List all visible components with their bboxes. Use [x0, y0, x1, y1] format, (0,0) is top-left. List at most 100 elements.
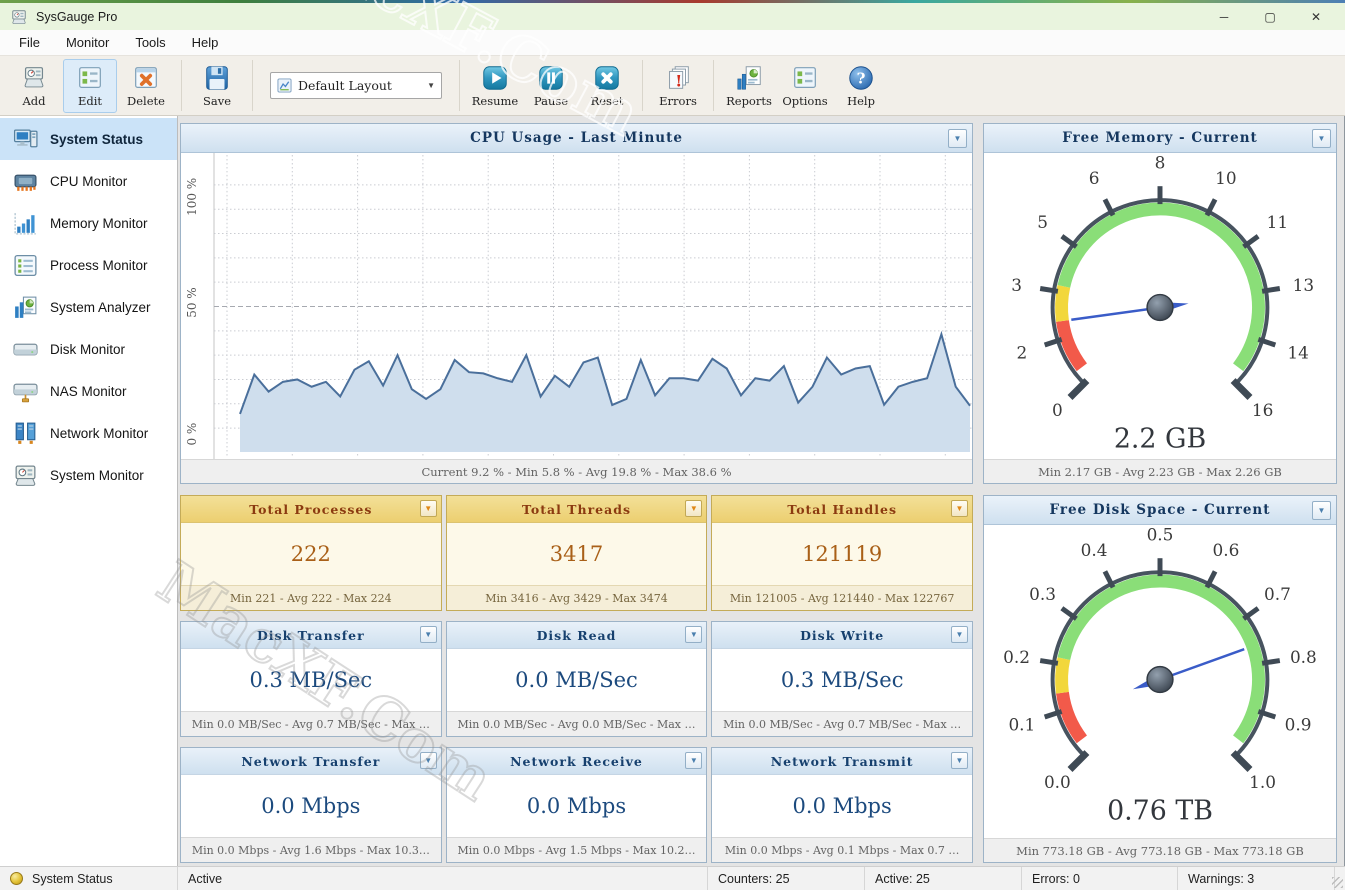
edit-button[interactable]: Edit	[63, 59, 117, 113]
menu-file[interactable]: File	[6, 31, 53, 54]
layout-chart-icon	[277, 78, 292, 93]
sidebar-item-system-analyzer[interactable]: System Analyzer	[0, 286, 177, 328]
svg-text:0.9: 0.9	[1285, 714, 1312, 734]
window-controls: ─ ▢ ✕	[1201, 3, 1339, 30]
reset-button[interactable]: Reset	[580, 59, 634, 113]
chevron-down-icon: ▼	[427, 81, 435, 90]
sidebar-item-cpu-monitor[interactable]: CPU Monitor	[0, 160, 177, 202]
svg-text:0.6: 0.6	[1212, 540, 1239, 560]
tile-stats: Min 3416 - Avg 3429 - Max 3474	[447, 585, 707, 610]
sysgauge-window: SysGauge Pro ─ ▢ ✕ File Monitor Tools He…	[0, 0, 1345, 890]
svg-text:0 %: 0 %	[185, 423, 199, 446]
tile-menu-button[interactable]: ▼	[685, 752, 702, 769]
toolbar-separator	[252, 60, 253, 111]
delete-button[interactable]: Delete	[119, 59, 173, 113]
tile-value: 121119	[712, 523, 972, 585]
cpu-panel-footer: Current 9.2 % - Min 5.8 % - Avg 19.8 % -…	[181, 459, 972, 483]
svg-text:0.7: 0.7	[1264, 584, 1291, 604]
svg-text:?: ?	[857, 70, 866, 88]
tile-menu-button[interactable]: ▼	[420, 500, 437, 517]
disk-drive-icon	[12, 336, 39, 363]
chevron-down-icon: ▼	[424, 631, 432, 639]
svg-text:0.0: 0.0	[1044, 772, 1071, 792]
minimize-button[interactable]: ─	[1201, 3, 1247, 30]
cpu-panel-menu-button[interactable]: ▼	[948, 129, 967, 148]
tile-value: 3417	[447, 523, 707, 585]
tile-menu-button[interactable]: ▼	[951, 752, 968, 769]
svg-text:0.76 TB: 0.76 TB	[1107, 796, 1213, 827]
sidebar-item-system-status[interactable]: System Status	[0, 118, 177, 160]
chevron-down-icon: ▼	[690, 631, 698, 639]
process-list-icon	[12, 252, 39, 279]
help-button[interactable]: ? Help	[834, 59, 888, 113]
chevron-down-icon: ▼	[690, 757, 698, 765]
sidebar-item-process-monitor[interactable]: Process Monitor	[0, 244, 177, 286]
disk-panel-header: Free Disk Space - Current ▼	[984, 496, 1336, 525]
dashboard: CPU Usage - Last Minute ▼ 100 % 50 % 0 % C…	[178, 116, 1345, 866]
chevron-down-icon: ▼	[424, 505, 432, 513]
disk-panel-title: Free Disk Space - Current	[1049, 502, 1270, 518]
svg-text:0.2: 0.2	[1003, 647, 1030, 667]
memory-panel-menu-button[interactable]: ▼	[1312, 129, 1331, 148]
pause-button[interactable]: Pause	[524, 59, 578, 113]
status-monitor-name: System Status	[32, 872, 113, 886]
reports-button[interactable]: Reports	[722, 59, 776, 113]
sidebar-item-system-monitor[interactable]: System Monitor	[0, 454, 177, 496]
svg-text:10: 10	[1215, 168, 1237, 188]
save-button[interactable]: Save	[190, 59, 244, 113]
tile-menu-button[interactable]: ▼	[420, 626, 437, 643]
save-icon	[202, 63, 232, 93]
tile-stats: Min 0.0 MB/Sec - Avg 0.0 MB/Sec - Max …	[447, 711, 707, 736]
delete-icon	[131, 63, 161, 93]
cpu-usage-chart: 100 % 50 % 0 %	[181, 153, 972, 459]
tile-stats: Min 0.0 Mbps - Avg 1.5 Mbps - Max 10.2…	[447, 837, 707, 862]
chevron-down-icon: ▼	[956, 505, 964, 513]
title-bar: SysGauge Pro ─ ▢ ✕	[0, 3, 1345, 30]
sidebar-item-memory-monitor[interactable]: Memory Monitor	[0, 202, 177, 244]
svg-text:11: 11	[1267, 212, 1289, 232]
svg-text:0: 0	[1052, 400, 1063, 420]
svg-text:5: 5	[1037, 212, 1048, 232]
tile-value: 0.3 MB/Sec	[712, 649, 972, 711]
memory-panel-title: Free Memory - Current	[1062, 130, 1258, 146]
cpu-panel-title: CPU Usage - Last Minute	[470, 130, 683, 146]
free-disk-space-gauge: 0.00.10.20.30.40.50.60.70.80.91.00.76 TB	[984, 525, 1336, 838]
window-title: SysGauge Pro	[36, 10, 117, 24]
tile-stats: Min 0.0 MB/Sec - Avg 0.7 MB/Sec - Max …	[712, 711, 972, 736]
menu-monitor[interactable]: Monitor	[53, 31, 122, 54]
errors-button[interactable]: ! Errors	[651, 59, 705, 113]
svg-text:100 %: 100 %	[185, 178, 199, 216]
tile-stats: Min 0.0 Mbps - Avg 0.1 Mbps - Max 0.7 …	[712, 837, 972, 862]
tile-menu-button[interactable]: ▼	[420, 752, 437, 769]
menu-help[interactable]: Help	[179, 31, 232, 54]
tile-menu-button[interactable]: ▼	[951, 500, 968, 517]
tile-stats: Min 0.0 MB/Sec - Avg 0.7 MB/Sec - Max …	[181, 711, 441, 736]
resume-button[interactable]: Resume	[468, 59, 522, 113]
tile-row-disk: Disk Transfer▼ 0.3 MB/Sec Min 0.0 MB/Sec…	[180, 621, 973, 737]
svg-text:50 %: 50 %	[185, 287, 199, 317]
app-icon	[10, 8, 28, 26]
disk-panel-footer: Min 773.18 GB - Avg 773.18 GB - Max 773.…	[984, 838, 1336, 862]
tile-total-handles: Total Handles▼ 121119 Min 121005 - Avg 1…	[711, 495, 973, 611]
tile-value: 0.0 Mbps	[712, 775, 972, 837]
tile-disk-read: Disk Read▼ 0.0 MB/Sec Min 0.0 MB/Sec - A…	[446, 621, 708, 737]
menu-tools[interactable]: Tools	[122, 31, 178, 54]
tile-menu-button[interactable]: ▼	[685, 626, 702, 643]
memory-chart-icon	[12, 210, 39, 237]
close-button[interactable]: ✕	[1293, 3, 1339, 30]
tile-menu-button[interactable]: ▼	[685, 500, 702, 517]
sidebar-item-network-monitor[interactable]: Network Monitor	[0, 412, 177, 454]
chevron-down-icon: ▼	[954, 135, 962, 143]
maximize-button[interactable]: ▢	[1247, 3, 1293, 30]
tile-total-processes: Total Processes▼ 222 Min 221 - Avg 222 -…	[180, 495, 442, 611]
sidebar-item-nas-monitor[interactable]: NAS Monitor	[0, 370, 177, 412]
tile-menu-button[interactable]: ▼	[951, 626, 968, 643]
sidebar-item-disk-monitor[interactable]: Disk Monitor	[0, 328, 177, 370]
disk-panel-menu-button[interactable]: ▼	[1312, 501, 1331, 520]
status-state-segment: Active	[178, 867, 708, 890]
resize-grip[interactable]	[1332, 877, 1343, 888]
options-button[interactable]: Options	[778, 59, 832, 113]
add-button[interactable]: Add	[7, 59, 61, 113]
layout-select[interactable]: Default Layout ▼	[270, 72, 442, 99]
tile-disk-write: Disk Write▼ 0.3 MB/Sec Min 0.0 MB/Sec - …	[711, 621, 973, 737]
